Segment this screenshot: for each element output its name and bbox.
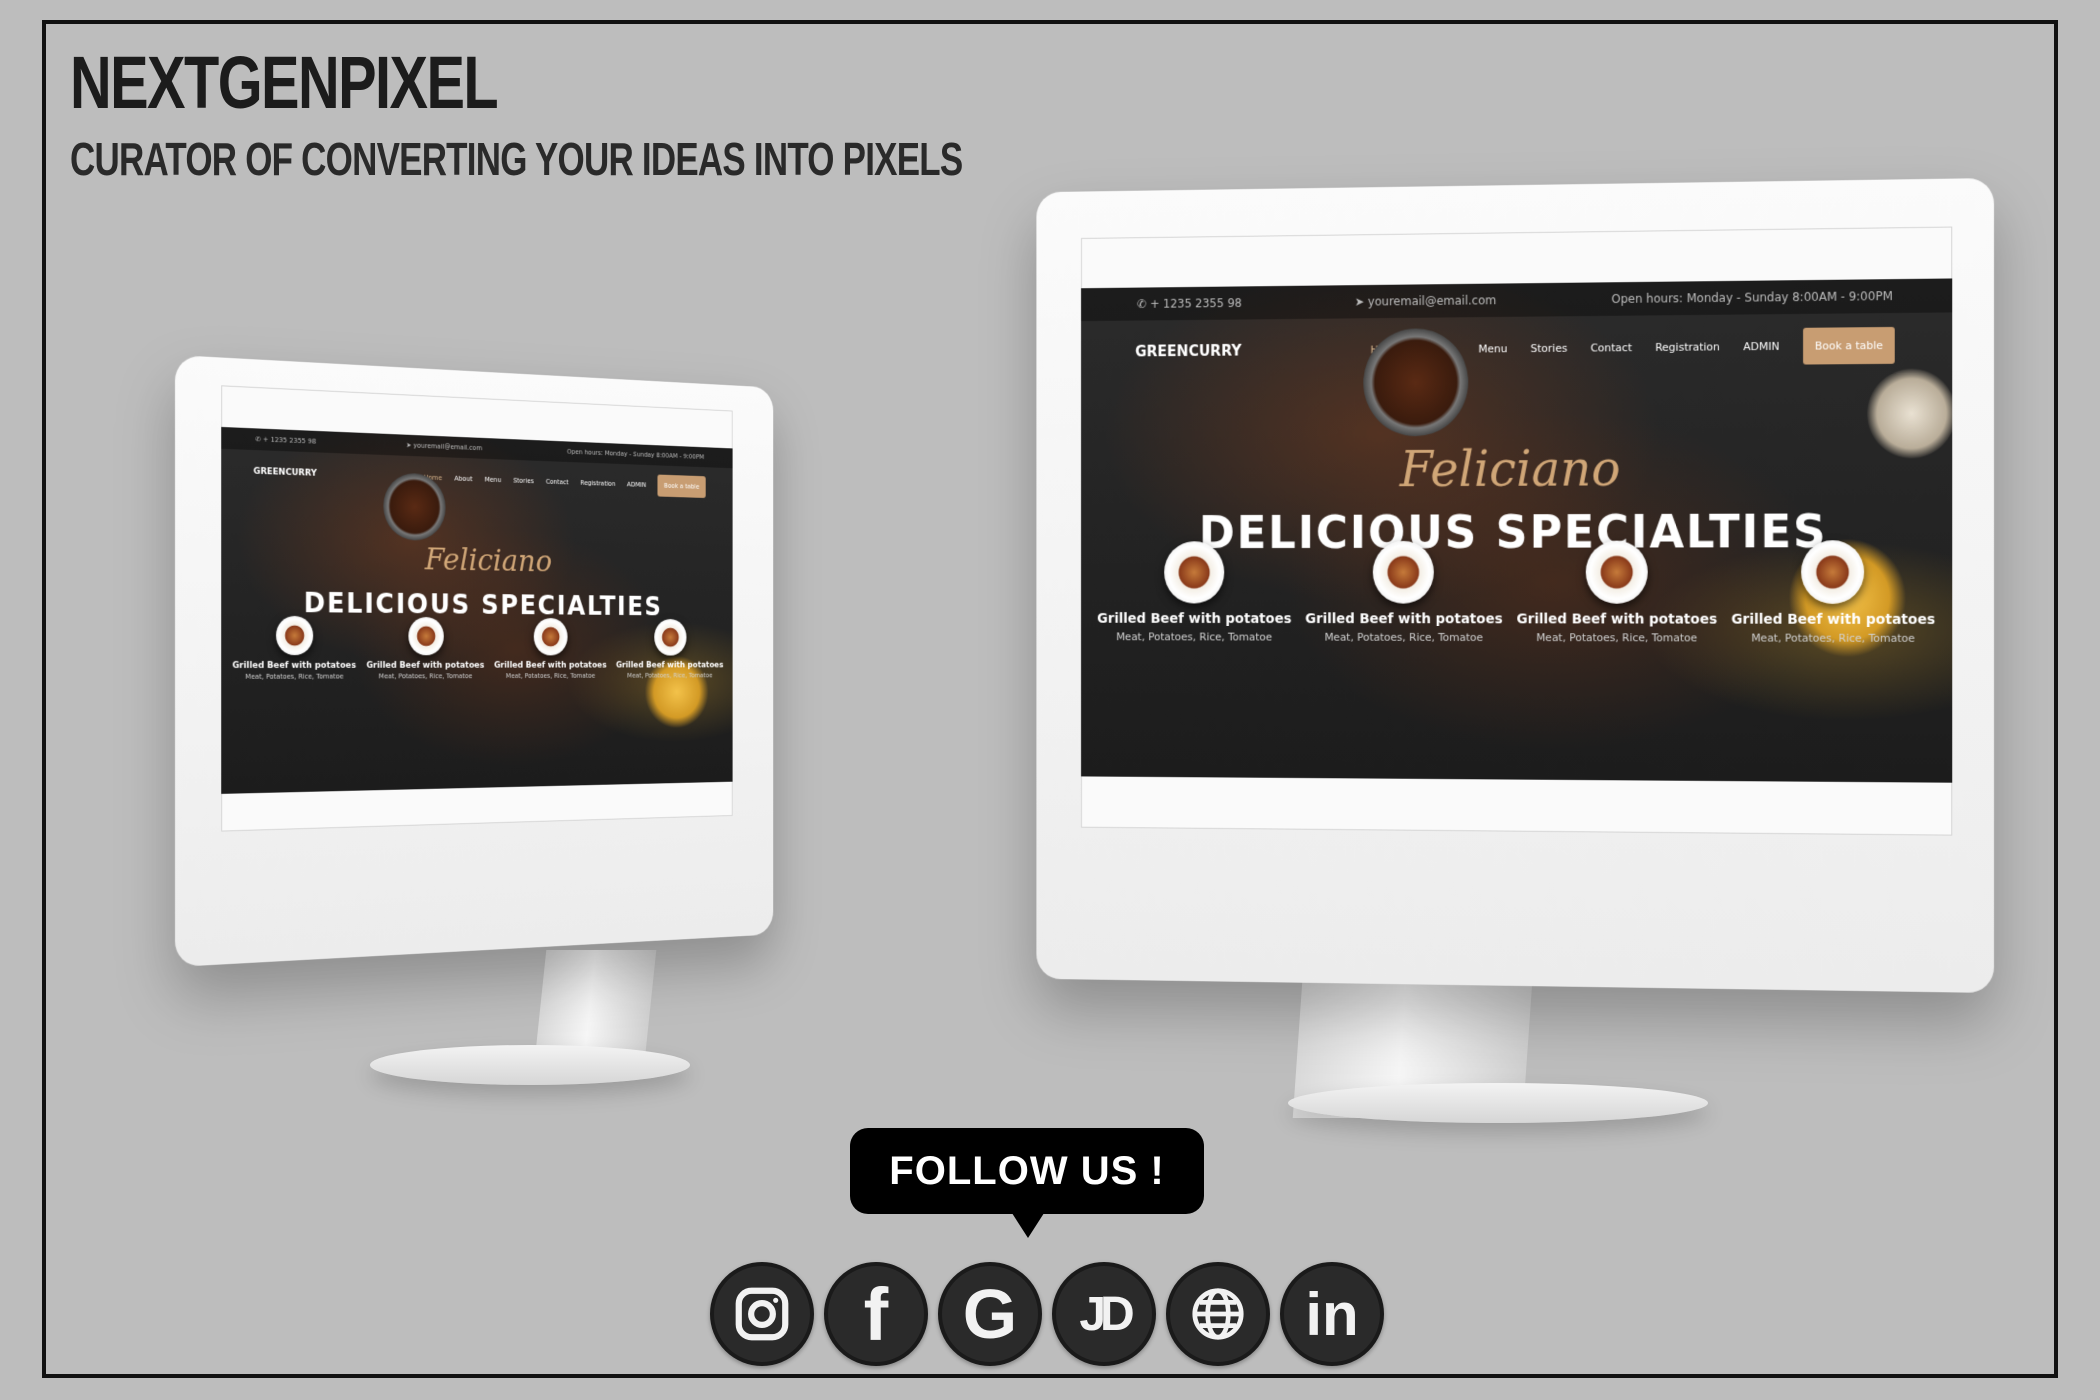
nav-registration[interactable]: Registration [1655, 340, 1720, 353]
globe-icon[interactable] [1166, 1262, 1270, 1366]
dish-desc: Meat, Potatoes, Rice, Tomatoe [1116, 630, 1273, 644]
dish-desc: Meat, Potatoes, Rice, Tomatoe [627, 671, 713, 680]
justdial-icon[interactable]: JD [1052, 1262, 1156, 1366]
site-nav: GREENCURRY Home About Menu Stories Conta… [1081, 324, 1952, 371]
dish-name: Grilled Beef with potatoes [1305, 611, 1503, 628]
follow-us-pointer [1010, 1210, 1046, 1238]
dish-image [1801, 540, 1865, 604]
sauce-bowl-image [1363, 328, 1469, 437]
phone-text: ✆ + 1235 2355 98 [255, 435, 317, 446]
dish-list: Grilled Beef with potatoes Meat, Potatoe… [221, 615, 732, 681]
nav-about[interactable]: About [454, 475, 472, 483]
hours-text: Open hours: Monday - Sunday 8:00AM - 9:0… [566, 447, 705, 461]
monitor-bezel: ✆ + 1235 2355 98 ➤ youremail@email.com O… [175, 355, 774, 967]
dish-name: Grilled Beef with potatoes [1097, 611, 1292, 627]
dish-name: Grilled Beef with potatoes [494, 661, 607, 671]
dish-name: Grilled Beef with potatoes [366, 661, 485, 671]
book-table-button[interactable]: Book a table [657, 474, 706, 499]
monitor-bezel: ✆ + 1235 2355 98 ➤ youremail@email.com O… [1036, 178, 1994, 993]
nav-contact[interactable]: Contact [546, 478, 569, 486]
follow-us-badge: FOLLOW US ! [850, 1128, 1204, 1214]
dish-desc: Meat, Potatoes, Rice, Tomatoe [245, 672, 344, 681]
hero-script-text: Feliciano [1399, 440, 1621, 498]
linkedin-icon[interactable]: in [1280, 1262, 1384, 1366]
sauce-bowl-image [383, 472, 446, 542]
dish-item[interactable]: Grilled Beef with potatoes Meat, Potatoe… [366, 616, 485, 681]
brand-tagline: CURATOR OF CONVERTING YOUR IDEAS INTO PI… [70, 133, 963, 185]
dish-item[interactable]: Grilled Beef with potatoes Meat, Potatoe… [232, 615, 357, 681]
dish-item[interactable]: Grilled Beef with potatoes Meat, Potatoe… [1097, 541, 1291, 643]
facebook-icon[interactable]: f [824, 1262, 928, 1366]
dish-desc: Meat, Potatoes, Rice, Tomatoe [505, 672, 596, 680]
dish-desc: Meat, Potatoes, Rice, Tomatoe [1751, 631, 1915, 645]
site-logo[interactable]: GREENCURRY [1135, 342, 1241, 360]
hours-text: Open hours: Monday - Sunday 8:00AM - 9:0… [1611, 289, 1893, 306]
social-links: f G JD in [710, 1262, 1394, 1366]
dish-image [1373, 540, 1435, 604]
dish-desc: Meat, Potatoes, Rice, Tomatoe [1536, 631, 1698, 645]
dish-desc: Meat, Potatoes, Rice, Tomatoe [378, 672, 473, 681]
dish-image [533, 617, 568, 656]
google-icon[interactable]: G [938, 1262, 1042, 1366]
dish-item[interactable]: Grilled Beef with potatoes Meat, Potatoe… [494, 617, 607, 680]
dish-name: Grilled Beef with potatoes [615, 661, 724, 671]
instagram-icon[interactable] [710, 1262, 814, 1366]
monitor-foot [1288, 1083, 1708, 1123]
dish-image [408, 616, 444, 656]
dish-image [1163, 541, 1225, 604]
site-logo[interactable]: GREENCURRY [253, 467, 316, 479]
nav-menu[interactable]: Menu [485, 476, 502, 484]
nav-stories[interactable]: Stories [1531, 341, 1568, 354]
dish-image [654, 618, 687, 656]
hero-script-text: Feliciano [424, 540, 552, 579]
dish-name: Grilled Beef with potatoes [232, 661, 357, 671]
brand-title: NEXTGENPIXEL [70, 41, 499, 124]
dish-item[interactable]: Grilled Beef with potatoes Meat, Potatoe… [1731, 540, 1935, 645]
book-table-button[interactable]: Book a table [1803, 326, 1895, 365]
nav-menu[interactable]: Menu [1478, 342, 1507, 355]
monitor-small: ✆ + 1235 2355 98 ➤ youremail@email.com O… [175, 355, 865, 1085]
website-preview: ✆ + 1235 2355 98 ➤ youremail@email.com O… [1081, 278, 1953, 783]
nav-stories[interactable]: Stories [513, 477, 534, 485]
email-text: ➤ youremail@email.com [406, 441, 483, 453]
nav-admin[interactable]: ADMIN [627, 481, 646, 489]
nav-registration[interactable]: Registration [580, 479, 615, 488]
brand-header: NEXTGENPIXEL CURATOR OF CONVERTING YOUR … [70, 46, 1244, 186]
nav-admin[interactable]: ADMIN [1743, 339, 1779, 352]
phone-text: ✆ + 1235 2355 98 [1137, 296, 1242, 311]
dish-image [1585, 540, 1648, 604]
dish-list: Grilled Beef with potatoes Meat, Potatoe… [1081, 540, 1952, 645]
monitor-large: ✆ + 1235 2355 98 ➤ youremail@email.com O… [998, 178, 1994, 1128]
monitor-foot [370, 1045, 690, 1085]
email-text: ➤ youremail@email.com [1354, 293, 1497, 309]
dish-desc: Meat, Potatoes, Rice, Tomatoe [1324, 630, 1484, 644]
dish-image [276, 615, 314, 656]
nav-contact[interactable]: Contact [1590, 341, 1631, 354]
dish-item[interactable]: Grilled Beef with potatoes Meat, Potatoe… [1305, 540, 1503, 644]
dish-item[interactable]: Grilled Beef with potatoes Meat, Potatoe… [615, 618, 724, 680]
website-preview: ✆ + 1235 2355 98 ➤ youremail@email.com O… [221, 426, 733, 794]
dish-item[interactable]: Grilled Beef with potatoes Meat, Potatoe… [1516, 540, 1718, 645]
dish-name: Grilled Beef with potatoes [1731, 611, 1936, 628]
dish-name: Grilled Beef with potatoes [1516, 611, 1718, 628]
